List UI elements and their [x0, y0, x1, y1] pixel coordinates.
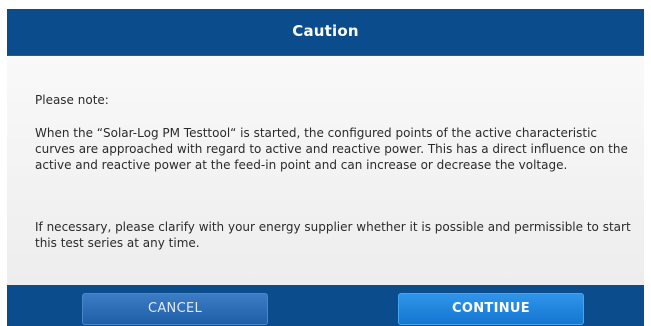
cancel-button[interactable]: CANCEL — [82, 293, 268, 325]
caution-dialog: Caution Please note: When the “Solar-Log… — [0, 9, 651, 326]
dialog-footer: CANCEL CONTINUE — [7, 285, 644, 326]
dialog-header: Caution — [7, 9, 644, 56]
warning-paragraph: When the “Solar-Log PM Testtool“ is star… — [35, 126, 628, 172]
advice-paragraph: If necessary, please clarify with your e… — [35, 220, 631, 250]
dialog-body: Please note: When the “Solar-Log PM Test… — [7, 56, 644, 285]
dialog-title: Caution — [292, 22, 359, 40]
continue-button[interactable]: CONTINUE — [398, 293, 584, 325]
note-label: Please note: — [35, 93, 109, 107]
